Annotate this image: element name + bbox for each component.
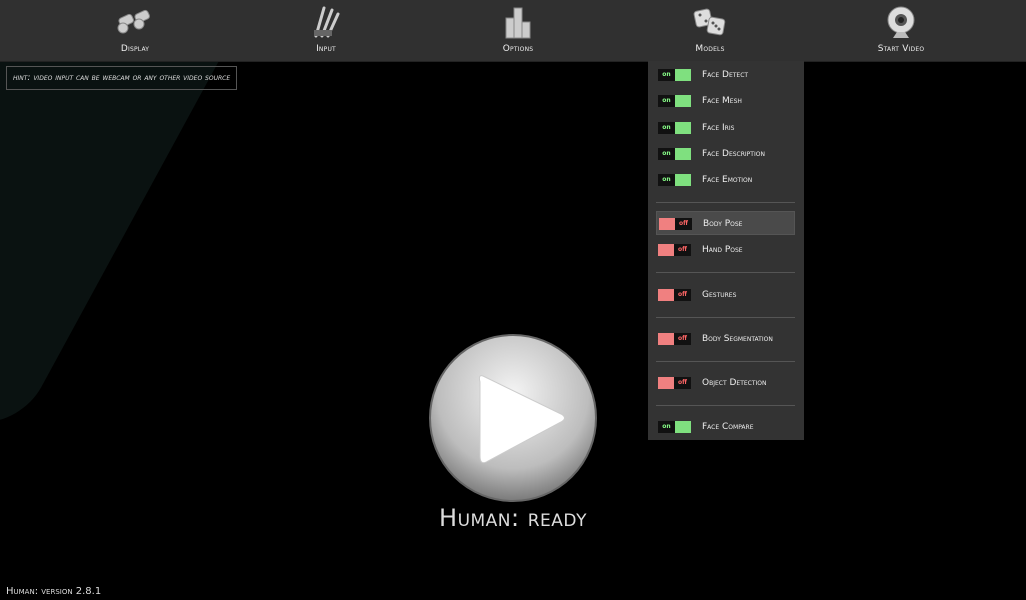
- toggle-switch[interactable]: on: [658, 69, 691, 81]
- model-label: Face Iris: [702, 123, 735, 133]
- model-row-face-description[interactable]: on Face Description: [656, 142, 795, 166]
- toggle-switch[interactable]: on: [658, 174, 691, 186]
- toggle-switch[interactable]: off: [658, 244, 691, 256]
- model-label: Face Compare: [702, 422, 754, 432]
- background-shape: [0, 0, 263, 427]
- chart-blocks-icon: [505, 7, 531, 39]
- toggle-switch[interactable]: on: [658, 122, 691, 134]
- model-label: Face Emotion: [702, 175, 753, 185]
- brushes-icon: [314, 6, 340, 38]
- model-row-face-mesh[interactable]: on Face Mesh: [656, 89, 795, 113]
- version-text: Human: version 2.8.1: [6, 586, 102, 597]
- model-label: Object Detection: [702, 378, 767, 388]
- top-menu: Display Input Options Models Start Video: [0, 0, 1026, 62]
- divider: [656, 202, 795, 203]
- model-label: Hand Pose: [702, 245, 743, 255]
- model-label: Face Detect: [702, 70, 749, 80]
- menu-options[interactable]: Options: [458, 0, 578, 61]
- hint-box: hint: video input can be webcam or any o…: [6, 66, 238, 90]
- menu-label: Models: [695, 44, 725, 54]
- model-label: Gestures: [702, 290, 737, 300]
- model-row-body-pose[interactable]: off Body Pose: [656, 211, 795, 235]
- status-text: Human: ready: [439, 504, 587, 532]
- menu-label: Options: [502, 44, 534, 54]
- model-row-face-iris[interactable]: on Face Iris: [656, 116, 795, 140]
- menu-label: Start Video: [877, 44, 925, 54]
- webcam-icon: [887, 6, 915, 38]
- divider: [656, 272, 795, 273]
- divider: [656, 317, 795, 318]
- models-dropdown: on Face Detect on Face Mesh on Face Iris…: [648, 61, 804, 440]
- menu-start-video[interactable]: Start Video: [841, 0, 961, 61]
- menu-input[interactable]: Input: [266, 0, 386, 61]
- divider: [656, 405, 795, 406]
- toggle-switch[interactable]: off: [658, 289, 691, 301]
- menu-label: Display: [120, 44, 150, 54]
- binoculars-icon: [117, 9, 150, 34]
- model-row-gestures[interactable]: off Gestures: [656, 283, 795, 307]
- model-row-object-detection[interactable]: off Object Detection: [656, 371, 795, 395]
- dice-icon: [693, 8, 726, 36]
- model-row-face-emotion[interactable]: on Face Emotion: [656, 168, 795, 192]
- model-label: Body Pose: [703, 219, 743, 229]
- menu-display[interactable]: Display: [75, 0, 195, 61]
- toggle-switch[interactable]: off: [659, 218, 692, 230]
- toggle-switch[interactable]: off: [658, 333, 691, 345]
- divider: [656, 361, 795, 362]
- model-label: Face Mesh: [702, 96, 742, 106]
- toggle-switch[interactable]: on: [658, 95, 691, 107]
- play-button[interactable]: [428, 334, 598, 504]
- toggle-switch[interactable]: on: [658, 421, 691, 433]
- model-label: Body Segmentation: [702, 334, 773, 344]
- model-label: Face Description: [702, 149, 765, 159]
- menu-label: Input: [316, 44, 336, 54]
- toggle-switch[interactable]: off: [658, 377, 691, 389]
- menu-models[interactable]: Models: [650, 0, 770, 61]
- model-row-face-detect[interactable]: on Face Detect: [656, 63, 795, 87]
- model-row-face-compare[interactable]: on Face Compare: [656, 415, 795, 439]
- model-row-body-segmentation[interactable]: off Body Segmentation: [656, 327, 795, 351]
- model-row-hand-pose[interactable]: off Hand Pose: [656, 238, 795, 262]
- toggle-switch[interactable]: on: [658, 148, 691, 160]
